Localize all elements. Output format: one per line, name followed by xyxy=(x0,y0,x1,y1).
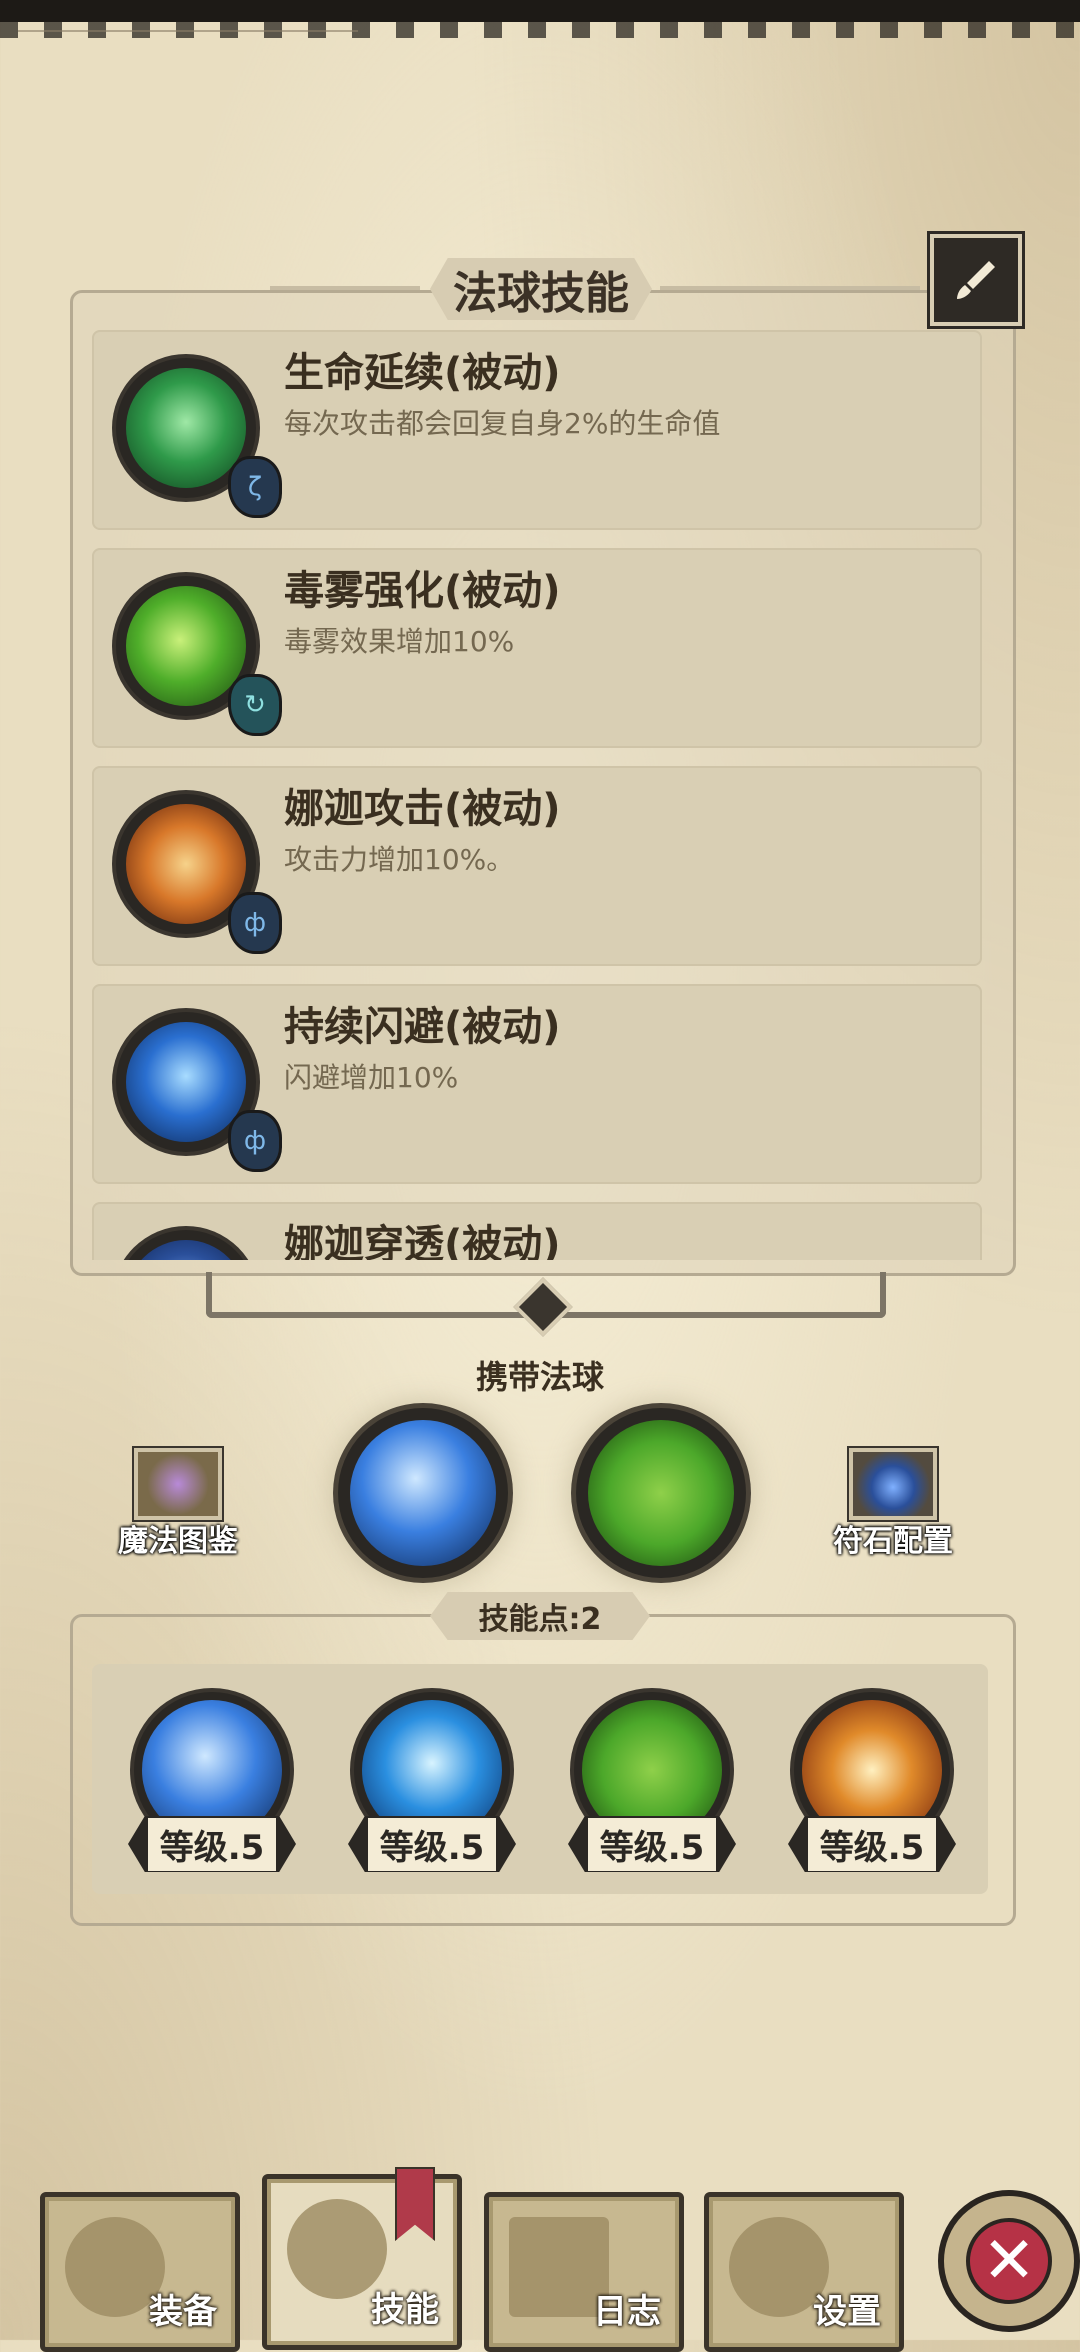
skill-desc: 每次攻击都会回复自身2%的生命值 xyxy=(284,407,721,440)
edit-button[interactable] xyxy=(930,234,1022,326)
skill-desc: 闪避增加10% xyxy=(284,1061,459,1094)
carried-orb-slot-1[interactable] xyxy=(338,1408,508,1578)
close-button[interactable]: ✕ xyxy=(938,2190,1080,2332)
upgrade-orb-fire[interactable]: 等级.5 xyxy=(788,1692,956,1882)
upgrade-orb-ice[interactable]: 等级.5 xyxy=(128,1692,296,1882)
skill-icon-frame: ζ xyxy=(116,358,282,518)
title-decoration-right xyxy=(660,286,920,290)
skill-icon-frame xyxy=(116,1230,256,1260)
skill-item-continuous-dodge[interactable]: ф 持续闪避(被动) 闪避增加10% xyxy=(92,984,982,1184)
skill-icon-frame: ф xyxy=(116,1012,282,1172)
poison-mist-icon xyxy=(126,586,246,706)
sketch-divider xyxy=(18,30,358,32)
fist-icon xyxy=(126,804,246,924)
upgrade-orb-poison[interactable]: 等级.5 xyxy=(568,1692,736,1882)
pierce-icon xyxy=(126,1240,246,1260)
skill-list[interactable]: ζ 生命延续(被动) 每次攻击都会回复自身2%的生命值 ↻ 毒雾强化(被动) 毒… xyxy=(92,330,982,1260)
tab-skills-label: 技能 xyxy=(371,2290,439,2330)
blue-flame-icon xyxy=(849,1448,937,1520)
level-text: 等级.5 xyxy=(807,1817,937,1871)
skill-desc: 毒雾效果增加10% xyxy=(284,625,515,658)
level-badge: 等级.5 xyxy=(128,1816,296,1872)
brush-icon xyxy=(957,261,995,299)
skill-item-life-extend[interactable]: ζ 生命延续(被动) 每次攻击都会回复自身2%的生命值 xyxy=(92,330,982,530)
rune-badge: ф xyxy=(228,892,282,954)
tab-equip-label: 装备 xyxy=(149,2292,217,2332)
tab-log[interactable]: 日志 xyxy=(484,2192,684,2352)
magic-codex-label: 魔法图鉴 xyxy=(118,1524,238,1559)
codex-icon xyxy=(134,1448,222,1520)
rune-badge: ф xyxy=(228,1110,282,1172)
skill-name: 生命延续(被动) xyxy=(284,350,561,396)
bottom-nav: 装备 技能 日志 设置 xyxy=(0,2167,1080,2352)
title-decoration-left xyxy=(270,286,420,290)
close-icon: ✕ xyxy=(966,2218,1052,2304)
active-bookmark xyxy=(395,2167,435,2241)
tab-log-label: 日志 xyxy=(593,2292,661,2332)
level-text: 等级.5 xyxy=(147,1817,277,1871)
level-badge: 等级.5 xyxy=(568,1816,736,1872)
level-text: 等级.5 xyxy=(367,1817,497,1871)
skill-icon-frame: ф xyxy=(116,794,282,954)
carry-orbs-label: 携带法球 xyxy=(475,1358,604,1396)
tab-settings-label: 设置 xyxy=(813,2292,881,2332)
carried-orb-slot-2[interactable] xyxy=(576,1408,746,1578)
rune-config-button[interactable]: 符石配置 xyxy=(823,1448,963,1560)
skill-desc: 攻击力增加10%。 xyxy=(284,843,515,876)
panel-title: 法球技能 xyxy=(430,258,652,320)
skill-points-label: 技能点:2 xyxy=(430,1592,650,1640)
skill-name: 持续闪避(被动) xyxy=(284,1004,561,1050)
tab-skills[interactable]: 技能 xyxy=(262,2167,462,2350)
skill-icon-frame: ↻ xyxy=(116,576,282,736)
ice-crystal-orb-icon xyxy=(350,1420,496,1566)
skill-name: 娜迦穿透(被动) xyxy=(284,1222,561,1260)
skill-item-naga-attack[interactable]: ф 娜迦攻击(被动) 攻击力增加10%。 xyxy=(92,766,982,966)
level-text: 等级.5 xyxy=(587,1817,717,1871)
poison-orb-icon xyxy=(588,1420,734,1566)
skill-name: 娜迦攻击(被动) xyxy=(284,786,561,832)
level-badge: 等级.5 xyxy=(788,1816,956,1872)
upgrade-orb-lightning[interactable]: 等级.5 xyxy=(348,1692,516,1882)
rune-badge: ↻ xyxy=(228,674,282,736)
skill-name: 毒雾强化(被动) xyxy=(284,568,561,614)
top-border xyxy=(0,0,1080,38)
skill-item-poison-mist[interactable]: ↻ 毒雾强化(被动) 毒雾效果增加10% xyxy=(92,548,982,748)
magic-codex-button[interactable]: 魔法图鉴 xyxy=(108,1448,248,1560)
tab-settings[interactable]: 设置 xyxy=(704,2192,904,2352)
rune-badge: ζ xyxy=(228,456,282,518)
rune-config-label: 符石配置 xyxy=(833,1524,953,1559)
skill-item-naga-pierce[interactable]: 娜迦穿透(被动) xyxy=(92,1202,982,1260)
tab-equip[interactable]: 装备 xyxy=(40,2192,240,2352)
healing-hands-icon xyxy=(126,368,246,488)
level-badge: 等级.5 xyxy=(348,1816,516,1872)
dodge-figure-icon xyxy=(126,1022,246,1142)
